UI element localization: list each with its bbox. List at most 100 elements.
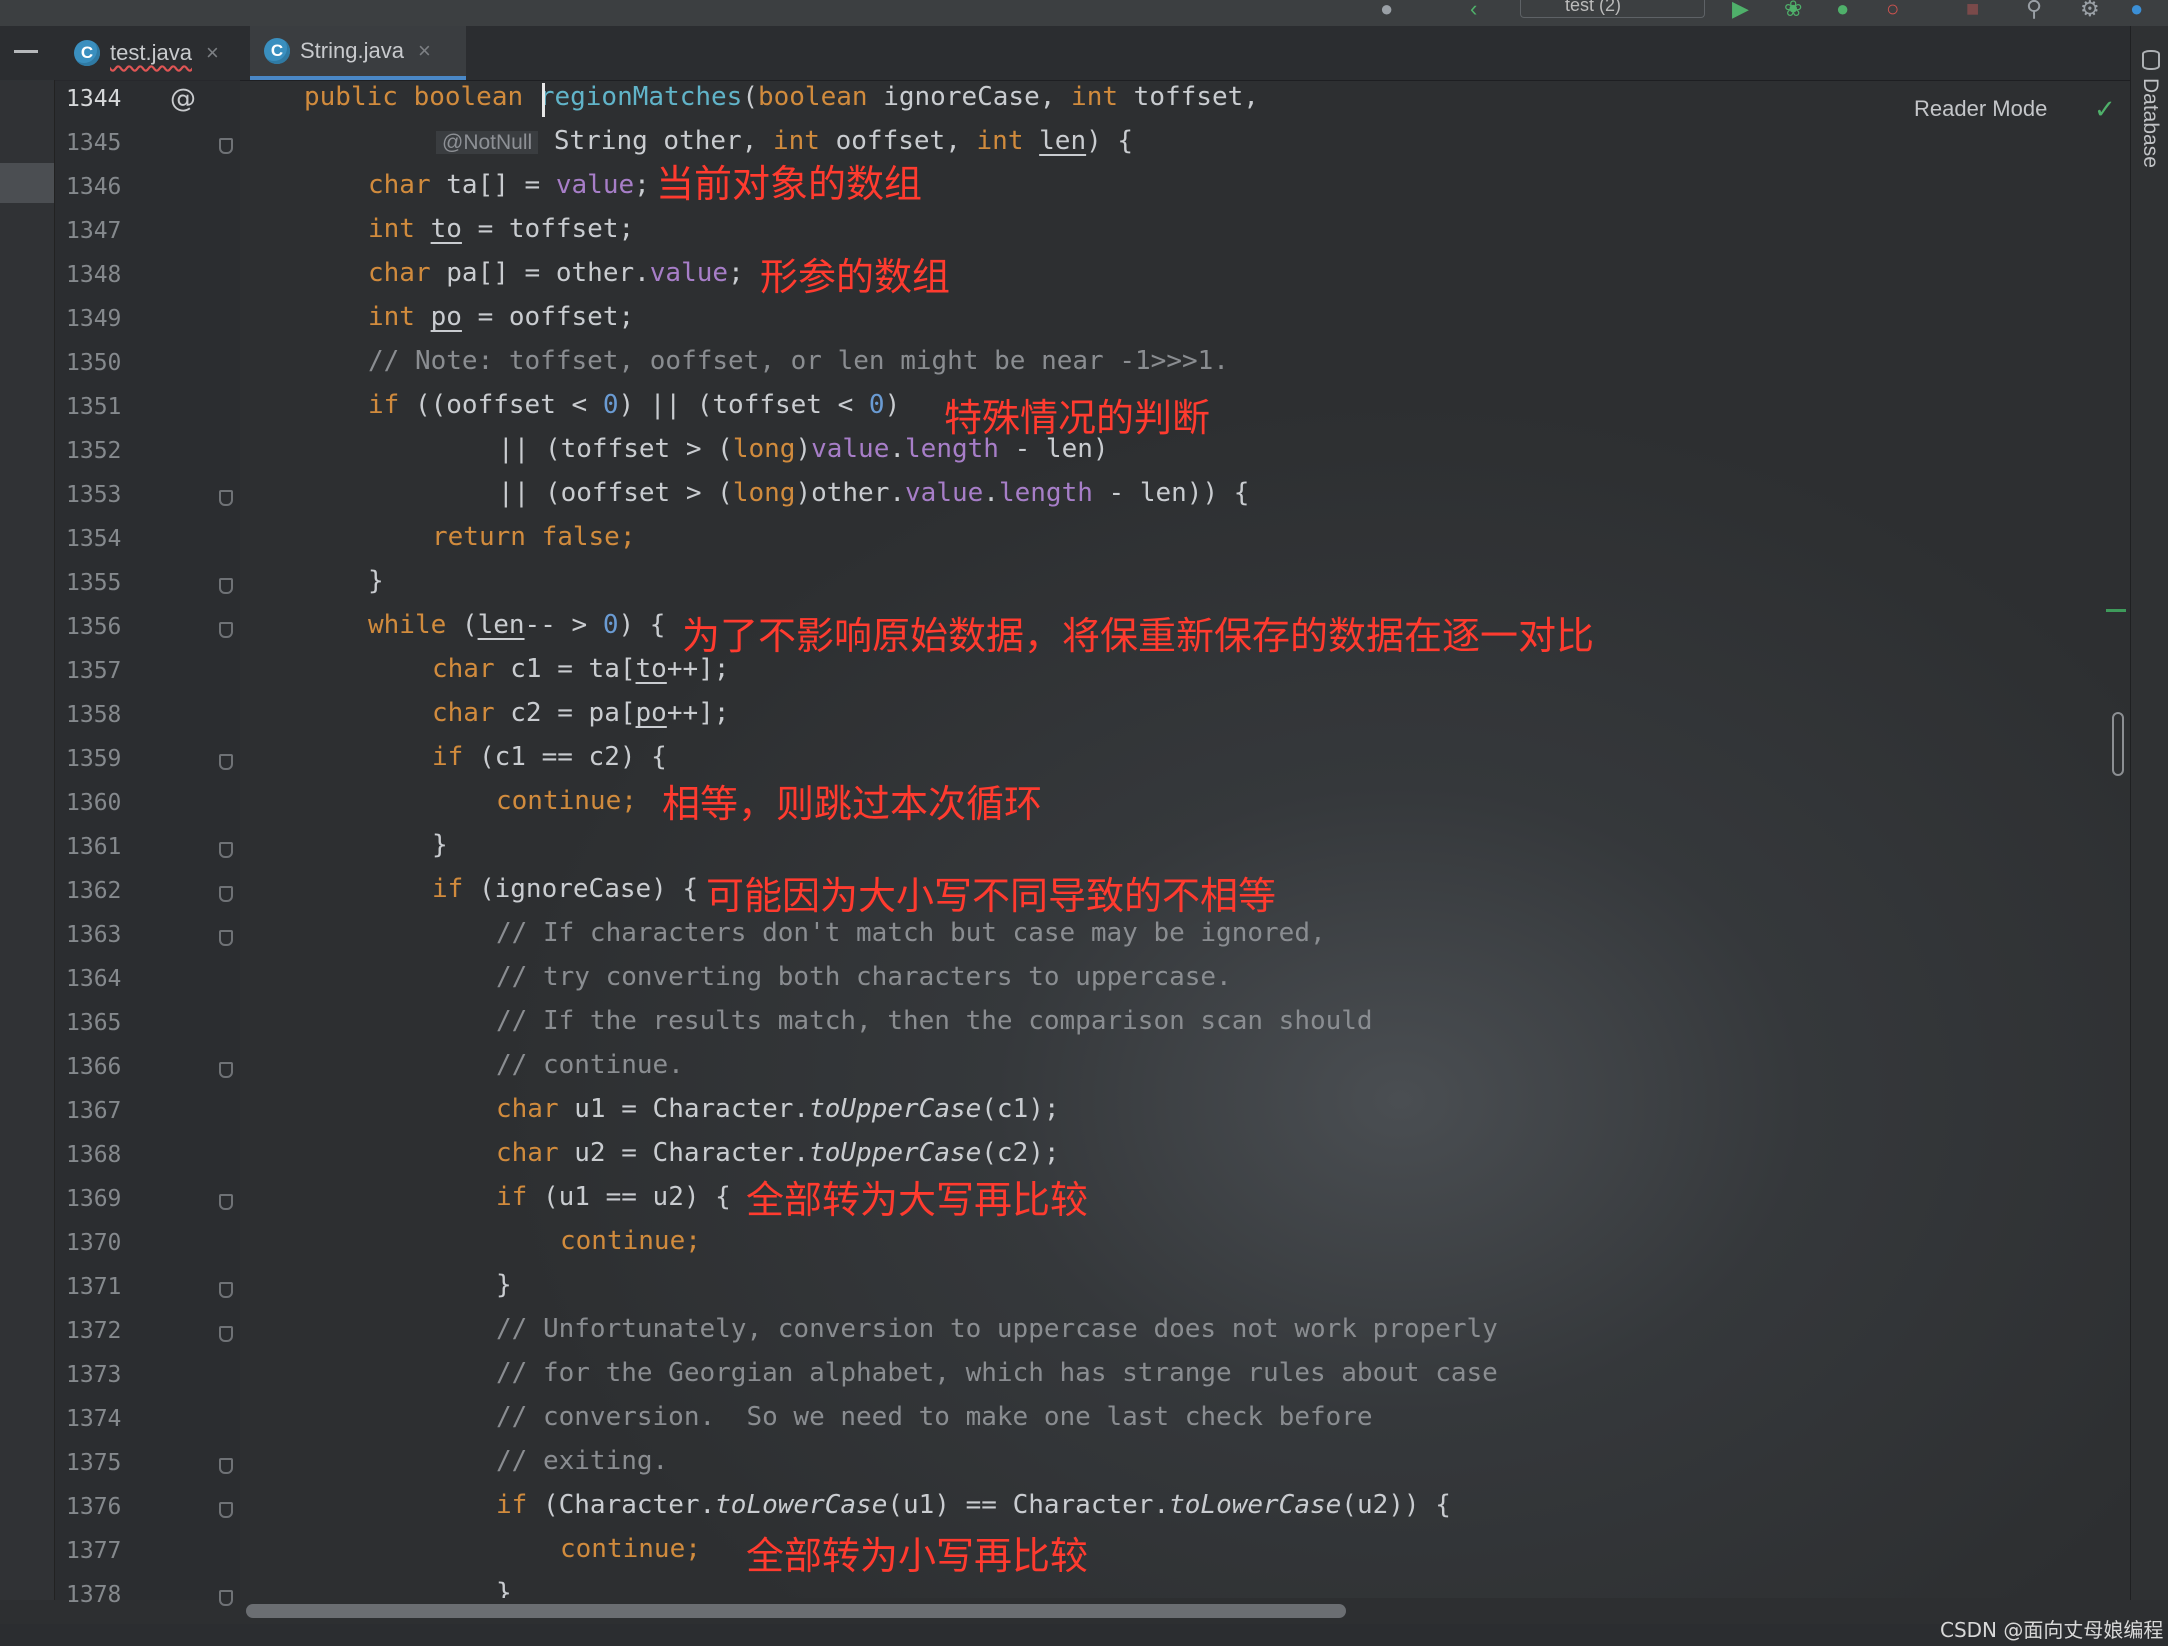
line-number: 1353 <box>66 482 122 508</box>
line-number: 1366 <box>66 1054 122 1080</box>
line-number: 1365 <box>66 1010 122 1036</box>
line-number: 1361 <box>66 834 122 860</box>
run-config-label: test (2) <box>1565 0 1622 15</box>
code-line: char u2 = Character.toUpperCase(c2); <box>496 1138 1060 1168</box>
code-line: if (Character.toLowerCase(u1) == Charact… <box>496 1490 1451 1520</box>
code-line: } <box>368 566 384 596</box>
database-tool-button[interactable]: Database <box>2138 78 2162 168</box>
gutter-highlight <box>0 163 54 203</box>
code-line: while (len-- > 0) { <box>368 610 666 640</box>
line-number: 1367 <box>66 1098 122 1124</box>
code-comment: // Unfortunately, conversion to uppercas… <box>496 1314 1498 1344</box>
database-icon[interactable] <box>2142 50 2160 70</box>
fold-marker-icon[interactable] <box>219 1326 233 1342</box>
line-number: 1363 <box>66 922 122 948</box>
code-line: char ta[] = value; <box>368 170 650 200</box>
line-number: 1378 <box>66 1582 122 1608</box>
main-toolbar: ● ‹ test (2) ▶ ❀ ● ○ ■ ⚲ ⚙ ● <box>0 0 2168 26</box>
fold-marker-icon[interactable] <box>219 578 233 594</box>
line-number: 1364 <box>66 966 122 992</box>
inspection-ok-icon[interactable]: ✓ <box>2094 94 2116 125</box>
fold-marker-icon[interactable] <box>219 842 233 858</box>
debug-icon[interactable]: ❀ <box>1784 0 1802 20</box>
code-line: if (ignoreCase) { <box>432 874 699 904</box>
code-comment: // If characters don't match but case ma… <box>496 918 1326 948</box>
java-class-icon: C <box>74 40 100 66</box>
fold-marker-icon[interactable] <box>219 886 233 902</box>
run-icon[interactable]: ▶ <box>1732 0 1749 20</box>
line-number: 1349 <box>66 306 122 332</box>
fold-marker-icon[interactable] <box>219 622 233 638</box>
fold-marker-icon[interactable] <box>219 1502 233 1518</box>
profiler-icon[interactable]: ○ <box>1886 0 1899 20</box>
bottom-bar <box>0 1624 2168 1646</box>
fold-marker-icon[interactable] <box>219 138 233 154</box>
close-icon[interactable]: × <box>418 38 431 64</box>
annotation-param-array: 形参的数组 <box>760 255 951 299</box>
code-line: } <box>432 830 448 860</box>
code-line: public boolean regionMatches(boolean ign… <box>304 82 1259 112</box>
right-tool-strip <box>2130 26 2168 1600</box>
reader-mode-button[interactable]: Reader Mode <box>1914 96 2047 122</box>
annotation-equal-skip: 相等，则跳过本次循环 <box>662 782 1043 826</box>
line-number: 1356 <box>66 614 122 640</box>
horizontal-scrollbar[interactable] <box>246 1604 1346 1618</box>
fold-marker-icon[interactable] <box>219 1590 233 1606</box>
code-line: continue; <box>496 786 637 816</box>
close-icon[interactable]: × <box>206 40 219 66</box>
fold-marker-icon[interactable] <box>219 1062 233 1078</box>
tab-string-java[interactable]: C String.java × <box>250 26 466 80</box>
line-number: 1362 <box>66 878 122 904</box>
change-marker <box>2106 609 2126 612</box>
line-number: 1374 <box>66 1406 122 1432</box>
code-line: char pa[] = other.value; <box>368 258 744 288</box>
tab-label: test.java <box>110 40 192 65</box>
annotation-to-lower: 全部转为小写再比较 <box>746 1534 1089 1578</box>
fold-marker-icon[interactable] <box>219 1194 233 1210</box>
fold-marker-icon[interactable] <box>219 754 233 770</box>
fold-marker-icon[interactable] <box>219 490 233 506</box>
line-number: 1369 <box>66 1186 122 1212</box>
code-line: || (toffset > (long)value.length - len) <box>498 434 1109 464</box>
code-line: continue; <box>560 1226 701 1256</box>
code-comment: // Note: toffset, ooffset, or len might … <box>368 346 1229 376</box>
run-configuration-select[interactable]: test (2) <box>1520 0 1705 18</box>
code-editor[interactable]: public boolean regionMatches(boolean ign… <box>240 80 2130 1608</box>
editor-tab-bar: C test.java × C String.java × <box>0 26 2130 81</box>
line-number: 1345 <box>66 130 122 156</box>
gutter-stripe <box>0 80 55 1600</box>
jetbrains-logo-icon[interactable]: ● <box>2130 0 2143 20</box>
line-number: 1376 <box>66 1494 122 1520</box>
code-line: || (ooffset > (long)other.value.length -… <box>498 478 1250 508</box>
line-number: 1346 <box>66 174 122 200</box>
back-arrow-icon[interactable]: ‹ <box>1470 0 1477 20</box>
gear-icon[interactable]: ⚙ <box>2080 0 2100 20</box>
implemented-method-icon[interactable]: @ <box>170 84 196 114</box>
code-comment: // If the results match, then the compar… <box>496 1006 1373 1036</box>
line-number: 1352 <box>66 438 122 464</box>
annotation-case-diff: 可能因为大小写不同导致的不相等 <box>706 874 1277 918</box>
fold-marker-icon[interactable] <box>219 1458 233 1474</box>
stop-icon[interactable]: ■ <box>1966 0 1979 20</box>
code-comment: // exiting. <box>496 1446 669 1476</box>
line-number: 1358 <box>66 702 122 728</box>
line-number: 1357 <box>66 658 122 684</box>
search-icon[interactable]: ⚲ <box>2026 0 2042 20</box>
java-class-icon: C <box>264 38 290 64</box>
collapse-icon[interactable] <box>14 50 38 53</box>
not-null-annotation[interactable]: @NotNull <box>436 131 539 154</box>
fold-marker-icon[interactable] <box>219 930 233 946</box>
line-number: 1370 <box>66 1230 122 1256</box>
tab-test-java[interactable]: C test.java × <box>60 26 246 80</box>
line-number: 1372 <box>66 1318 122 1344</box>
line-number: 1377 <box>66 1538 122 1564</box>
coverage-icon[interactable]: ● <box>1836 0 1849 20</box>
code-line: continue; <box>560 1534 701 1564</box>
line-number: 1359 <box>66 746 122 772</box>
annotation-current-array: 当前对象的数组 <box>656 162 923 206</box>
fold-marker-icon[interactable] <box>219 1282 233 1298</box>
vertical-scrollbar[interactable] <box>2112 712 2124 776</box>
annotation-copy-data: 为了不影响原始数据，将保重新保存的数据在逐一对比 <box>682 614 1595 658</box>
line-number: 1373 <box>66 1362 122 1388</box>
user-icon[interactable]: ● <box>1380 0 1393 20</box>
